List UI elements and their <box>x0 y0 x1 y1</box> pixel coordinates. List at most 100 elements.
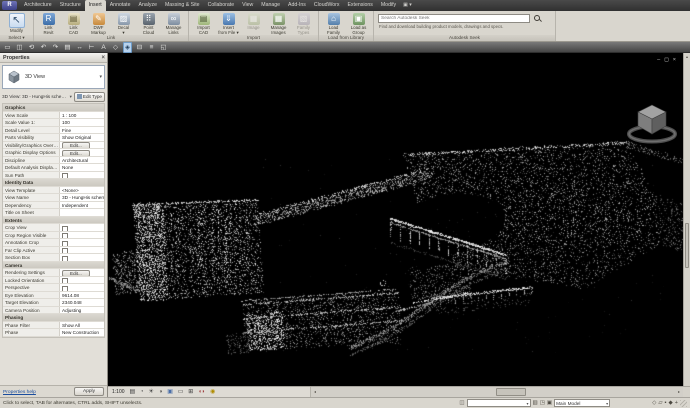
viewcube[interactable] <box>624 93 680 149</box>
seek-search-input[interactable] <box>378 14 530 23</box>
show-crop-icon[interactable]: ⊞ <box>188 387 193 397</box>
restore-view-icon[interactable]: ◻ <box>664 57 669 63</box>
property-value[interactable]: New Construction New Construction <box>60 329 104 336</box>
measure-icon[interactable]: ↔ <box>75 43 84 52</box>
tab-manage[interactable]: Manage <box>257 0 284 11</box>
close-view-icon[interactable]: × <box>673 57 676 63</box>
temporary-hide-isolate-icon[interactable]: ◖◗ <box>198 387 205 397</box>
print-icon[interactable]: ▤ <box>63 43 72 52</box>
property-value[interactable]: Show Original Show Original <box>60 134 104 141</box>
modify-button[interactable]: ↖ Modify <box>3 12 30 34</box>
property-value[interactable]: Edit... Edit... <box>60 269 104 276</box>
tag-icon[interactable]: ◇ <box>111 43 120 52</box>
properties-help-link[interactable]: Properties help <box>3 390 36 395</box>
tab-architecture[interactable]: Architecture <box>20 0 56 11</box>
worksets-icon[interactable]: ◫ <box>459 399 464 408</box>
point-cloud-button[interactable]: ⠿ Point Cloud <box>137 12 160 36</box>
tab-annotate[interactable]: Annotate <box>106 0 135 11</box>
property-value[interactable] <box>60 209 104 216</box>
import-cad-button[interactable]: ▤ Import CAD <box>192 12 215 36</box>
close-icon[interactable]: × <box>101 53 105 63</box>
tab-extensions[interactable]: Extensions <box>343 0 376 11</box>
drag-on-selection-icon[interactable]: + <box>675 399 678 408</box>
sync-icon[interactable]: ⟲ <box>27 43 36 52</box>
search-icon[interactable] <box>533 14 542 23</box>
property-value[interactable] <box>60 232 104 239</box>
select-links-icon[interactable]: ◇ <box>652 399 656 408</box>
redo-icon[interactable]: ↷ <box>51 43 60 52</box>
application-menu-icon[interactable]: R <box>2 1 17 10</box>
horizontal-scroll-thumb[interactable] <box>496 388 526 396</box>
chevron-down-icon[interactable]: ▾ <box>70 94 72 100</box>
default-3d-view-icon[interactable]: ◈ <box>123 42 132 53</box>
select-panel-label[interactable]: Select ▾ <box>0 35 33 41</box>
scroll-left-icon[interactable]: ◂ <box>311 387 319 397</box>
rendering-dialog-icon[interactable]: ▣ <box>167 387 172 397</box>
tab-cloudworx[interactable]: CloudWorx <box>310 0 344 11</box>
property-value[interactable]: Edit... Edit... <box>60 142 104 149</box>
save-icon[interactable]: ◫ <box>15 43 24 52</box>
property-value[interactable] <box>60 224 104 231</box>
dwf-markup-button[interactable]: ✎ DWF Markup <box>87 12 110 36</box>
tab-analyze[interactable]: Analyze <box>135 0 161 11</box>
aligned-dimension-icon[interactable]: ⊢ <box>87 43 96 52</box>
property-value[interactable]: 2340.048 2340.048 <box>60 299 104 306</box>
tab-insert[interactable]: Insert <box>85 0 106 11</box>
tab-structure[interactable]: Structure <box>56 0 85 11</box>
select-pinned-icon[interactable]: ▪ <box>665 399 667 408</box>
property-value[interactable]: Adjusting Adjusting <box>60 307 104 314</box>
active-workset-select[interactable]: ▾ <box>467 399 531 407</box>
property-value[interactable]: <None> <None> <box>60 187 104 194</box>
tab-modify[interactable]: Modify <box>377 0 400 11</box>
reveal-hidden-icon[interactable]: ◉ <box>210 387 215 397</box>
decal-button[interactable]: ▨ Decal ▾ <box>112 12 135 36</box>
scroll-up-icon[interactable]: ▴ <box>684 53 690 60</box>
image-button[interactable]: ▦ Image <box>242 12 265 31</box>
open-icon[interactable]: ▭ <box>3 43 12 52</box>
switch-windows-icon[interactable]: ◱ <box>159 43 168 52</box>
insert-from-file-button[interactable]: ⇓ Insert from File ▾ <box>217 12 240 36</box>
property-value[interactable] <box>60 172 104 179</box>
property-value[interactable] <box>60 277 104 284</box>
select-by-face-icon[interactable]: ◆ <box>669 399 673 408</box>
manage-links-button[interactable]: ∞ Manage Links <box>162 12 185 36</box>
ribbon-options-icon[interactable]: ▣ ▾ <box>400 0 415 11</box>
property-value[interactable]: 1 : 100 1 : 100 <box>60 112 104 119</box>
property-value[interactable] <box>60 247 104 254</box>
text-icon[interactable]: A <box>99 43 108 52</box>
minimize-view-icon[interactable]: ‒ <box>657 57 660 63</box>
property-value[interactable]: Show All Show All <box>60 322 104 329</box>
tab-collaborate[interactable]: Collaborate <box>204 0 239 11</box>
manage-images-button[interactable]: ▦ Manage Images <box>267 12 290 36</box>
crop-view-icon[interactable]: ▭ <box>178 387 183 397</box>
edit-button[interactable]: Edit... <box>62 142 90 148</box>
tab-massing-site[interactable]: Massing & Site <box>161 0 204 11</box>
link-revit-button[interactable]: R Link Revit <box>37 12 60 36</box>
edit-button[interactable]: Edit... <box>62 150 90 156</box>
apply-button[interactable]: Apply <box>74 387 104 396</box>
property-value[interactable]: 100 100 <box>60 119 104 126</box>
property-value[interactable] <box>60 254 104 261</box>
tab-view[interactable]: View <box>238 0 257 11</box>
edit-button[interactable]: Edit... <box>62 270 90 276</box>
vertical-scroll-thumb[interactable] <box>685 223 689 268</box>
select-underlay-icon[interactable]: ▱ <box>658 399 662 408</box>
property-value[interactable]: None None <box>60 164 104 171</box>
property-value[interactable]: 3D - HungHis schema 3D - HungHis schema <box>60 194 104 201</box>
design-options-icon[interactable]: ▣ <box>547 399 552 408</box>
detail-level-icon[interactable]: ▤ <box>130 387 135 397</box>
scroll-right-icon[interactable]: ▸ <box>675 387 683 397</box>
tab-add-ins[interactable]: Add-Ins <box>284 0 310 11</box>
property-value[interactable] <box>60 284 104 291</box>
shadows-icon[interactable]: ◑ <box>159 387 163 397</box>
undo-icon[interactable]: ↶ <box>39 43 48 52</box>
resize-grip[interactable] <box>680 400 687 407</box>
thin-lines-icon[interactable]: ≡ <box>147 43 156 52</box>
horizontal-scrollbar[interactable]: ◂ ▸ <box>311 387 690 397</box>
sun-path-icon[interactable]: ☀ <box>149 387 154 397</box>
vertical-scrollbar[interactable]: ▴ <box>683 53 690 386</box>
gray-inactive-worksets-icon[interactable]: ▥ <box>533 399 538 408</box>
property-value[interactable]: Edit... Edit... <box>60 149 104 156</box>
instance-selector[interactable]: 3D View: 3D - HungHis schema <box>2 94 68 99</box>
link-cad-button[interactable]: ▤ Link CAD <box>62 12 85 36</box>
